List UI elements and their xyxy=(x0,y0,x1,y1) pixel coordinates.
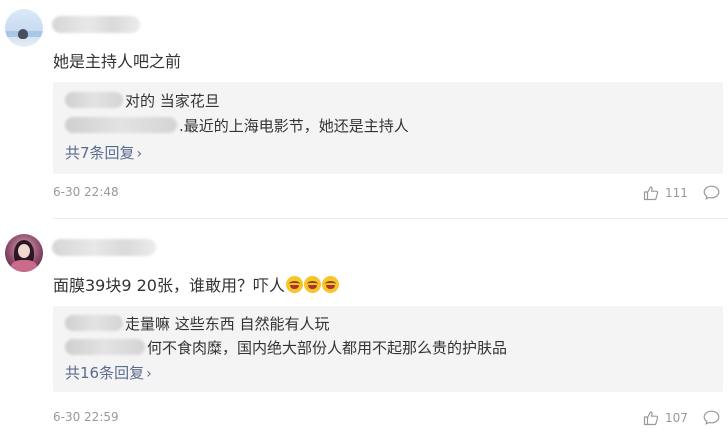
like-button[interactable]: 111 xyxy=(643,185,688,201)
thumbs-up-icon xyxy=(643,411,659,426)
reply-item: 走量嘛 这些东西 自然能有人玩 xyxy=(65,313,330,334)
laughing-emoji-icon xyxy=(322,276,339,293)
username-redacted[interactable] xyxy=(52,16,140,33)
reply-count-label: 共7条回复 xyxy=(65,144,135,162)
reply-count-label: 共16条回复 xyxy=(65,364,145,382)
thumbs-up-icon xyxy=(643,186,659,201)
view-replies-link[interactable]: 共16条回复 › xyxy=(65,362,152,383)
reply-username-redacted[interactable] xyxy=(65,315,123,331)
like-count: 107 xyxy=(665,411,688,425)
comment-text: 面膜39块9 20张，谁敢用？吓人 xyxy=(53,272,339,296)
comment-bubble-icon[interactable] xyxy=(703,185,720,200)
timestamp: 6-30 22:59 xyxy=(53,410,119,424)
comment-item: 她是主持人吧之前 对的 当家花旦 .最近的上海电影节，她还是主持人 共7条回复 ›… xyxy=(0,0,728,215)
reply-text: 走量嘛 这些东西 自然能有人玩 xyxy=(125,315,330,333)
chevron-right-icon: › xyxy=(136,146,143,162)
chevron-right-icon: › xyxy=(146,366,152,382)
reply-item: 对的 当家花旦 xyxy=(65,90,220,111)
reply-box: 对的 当家花旦 .最近的上海电影节，她还是主持人 共7条回复 › xyxy=(53,82,723,174)
reply-text: 对的 当家花旦 xyxy=(125,92,220,110)
timestamp: 6-30 22:48 xyxy=(53,185,119,199)
reply-item: 何不食肉糜，国内绝大部份人都用不起那么贵的护肤品 xyxy=(65,337,507,358)
like-count: 111 xyxy=(665,186,688,200)
laughing-emoji-icon xyxy=(286,276,303,293)
view-replies-link[interactable]: 共7条回复 › xyxy=(65,142,142,163)
avatar[interactable] xyxy=(5,234,43,272)
reply-username-redacted[interactable] xyxy=(65,117,177,133)
comment-text-content: 面膜39块9 20张，谁敢用？吓人 xyxy=(53,276,285,295)
reply-text: .最近的上海电影节，她还是主持人 xyxy=(179,117,409,135)
reply-username-redacted[interactable] xyxy=(65,92,123,108)
like-button[interactable]: 107 xyxy=(643,410,688,426)
laughing-emoji-icon xyxy=(304,276,321,293)
reply-text: 何不食肉糜，国内绝大部份人都用不起那么贵的护肤品 xyxy=(147,339,508,357)
reply-username-redacted[interactable] xyxy=(65,339,145,355)
username-redacted[interactable] xyxy=(52,239,156,256)
reply-box: 走量嘛 这些东西 自然能有人玩 何不食肉糜，国内绝大部份人都用不起那么贵的护肤品… xyxy=(53,306,723,392)
reply-item: .最近的上海电影节，她还是主持人 xyxy=(65,115,409,136)
avatar[interactable] xyxy=(5,9,43,47)
comment-item: 面膜39块9 20张，谁敢用？吓人 走量嘛 这些东西 自然能有人玩 何不食肉糜，… xyxy=(0,218,728,432)
comment-text: 她是主持人吧之前 xyxy=(53,52,182,71)
comment-bubble-icon[interactable] xyxy=(703,410,720,425)
